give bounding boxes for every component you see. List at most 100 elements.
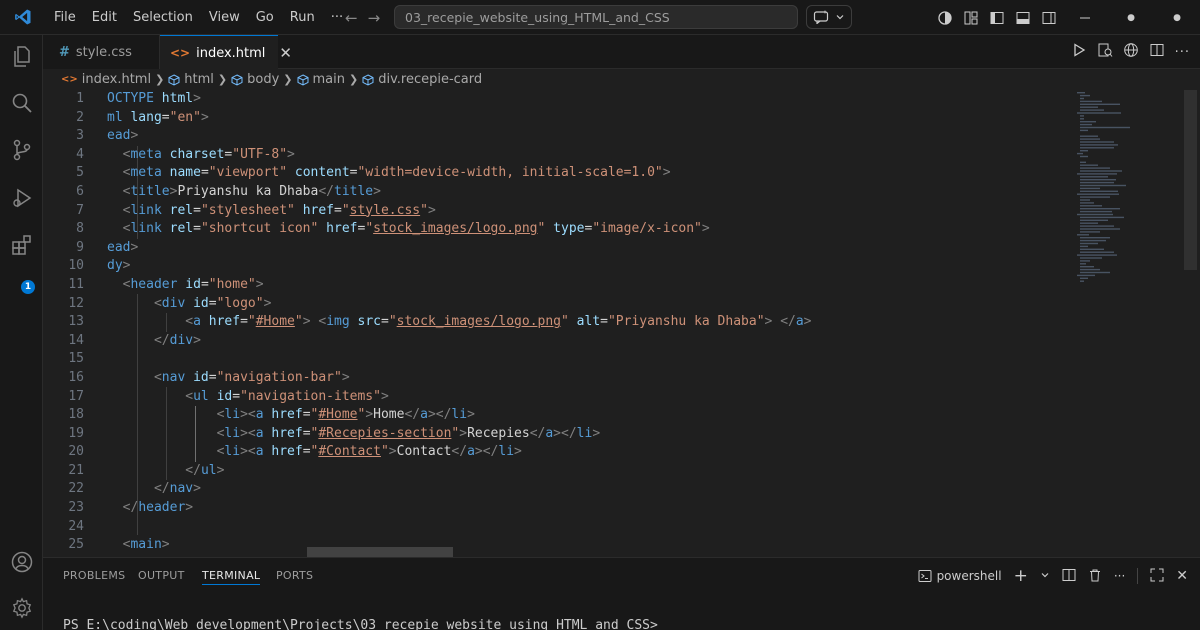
panel-tab-ports[interactable]: PORTS xyxy=(276,558,313,594)
code-token: > xyxy=(263,295,272,311)
line-number: 11 xyxy=(68,276,84,292)
menu-selection[interactable]: Selection xyxy=(125,0,201,35)
code-token: > xyxy=(803,314,812,330)
trash-icon[interactable] xyxy=(1088,568,1102,585)
code-line: <a href="#Home"> <img src="stock_images/… xyxy=(107,313,1107,332)
menu-view[interactable]: View xyxy=(201,0,248,35)
forward-arrow-icon[interactable]: → xyxy=(368,9,381,27)
more-actions-icon[interactable]: ··· xyxy=(1114,569,1125,583)
breadcrumb-main[interactable]: main xyxy=(297,72,345,87)
minimap-line xyxy=(1080,225,1114,227)
minimize-button[interactable] xyxy=(1062,0,1108,35)
breadcrumb-html[interactable]: html xyxy=(168,72,214,87)
minimap-line xyxy=(1080,181,1114,184)
toggle-primary-sidebar-icon[interactable] xyxy=(984,0,1010,35)
vertical-scrollbar[interactable] xyxy=(1184,90,1197,270)
menu-edit[interactable]: Edit xyxy=(84,0,125,35)
code-token: Home xyxy=(373,407,405,423)
open-preview-icon[interactable] xyxy=(1097,42,1113,62)
panel-tab-output[interactable]: OUTPUT xyxy=(138,558,185,594)
close-panel-icon[interactable]: ✕ xyxy=(1176,568,1188,584)
menu-file[interactable]: File xyxy=(46,0,84,35)
run-icon[interactable] xyxy=(1071,42,1087,62)
code-token: a xyxy=(255,444,264,460)
minimap-line xyxy=(1080,248,1104,250)
code-token: > xyxy=(662,165,671,181)
accounts-icon[interactable] xyxy=(0,542,43,582)
code-token: Contact xyxy=(396,444,452,460)
code-token: > xyxy=(427,202,436,218)
menu-bar: File Edit Selection View Go Run ··· xyxy=(46,0,351,35)
code-token: " xyxy=(380,444,389,460)
panel-tab-problems[interactable]: PROBLEMS xyxy=(63,558,125,594)
source-control-icon[interactable] xyxy=(0,130,43,170)
code-token: > xyxy=(193,332,201,348)
code-token: img xyxy=(326,314,350,330)
layout-customize-icon[interactable] xyxy=(958,0,984,35)
terminal-prompt: PS E:\coding\Web development\Projects\03… xyxy=(63,618,658,630)
breadcrumb: <> index.html ❯ html ❯ body ❯ main ❯ div… xyxy=(43,69,1200,90)
back-arrow-icon[interactable]: ← xyxy=(345,9,358,27)
terminal-shell-selector[interactable]: powershell xyxy=(918,569,1002,583)
copilot-button[interactable] xyxy=(806,5,852,29)
code-token: < xyxy=(185,314,194,330)
globe-icon[interactable] xyxy=(1123,42,1139,62)
code-line: <meta charset="UTF-8"> xyxy=(107,146,1107,165)
close-window-button[interactable]: ● xyxy=(1154,0,1200,35)
minimap-line xyxy=(1077,234,1089,236)
code-token: ead xyxy=(107,128,131,144)
minimap-line xyxy=(1077,213,1113,216)
new-terminal-plus-icon[interactable]: + xyxy=(1014,566,1028,586)
tab-index-html[interactable]: <> index.html ✕ xyxy=(160,35,292,70)
menu-run[interactable]: Run xyxy=(282,0,323,35)
breadcrumb-div[interactable]: div.recepie-card xyxy=(362,72,482,87)
code-token: a xyxy=(255,425,264,441)
explorer-icon[interactable] xyxy=(0,37,43,77)
horizontal-scrollbar[interactable] xyxy=(307,547,453,557)
panel-tab-terminal[interactable]: TERMINAL xyxy=(202,558,261,585)
minimap-line xyxy=(1080,268,1100,271)
toggle-panel-icon[interactable] xyxy=(1010,0,1036,35)
extensions-icon[interactable] xyxy=(0,225,43,265)
code-line: <meta name="viewport" content="width=dev… xyxy=(107,164,1107,183)
breadcrumb-file[interactable]: <> index.html xyxy=(61,72,151,87)
maximize-panel-icon[interactable] xyxy=(1150,568,1164,585)
command-center[interactable]: 03_recepie_website_using_HTML_and_CSS xyxy=(394,5,798,29)
vscode-logo-icon[interactable] xyxy=(0,8,46,26)
maximize-button[interactable]: ● xyxy=(1108,0,1154,35)
chevron-down-icon[interactable] xyxy=(1040,569,1050,583)
code-token: " xyxy=(388,314,397,330)
code-token: type xyxy=(553,221,585,237)
run-and-debug-icon[interactable] xyxy=(0,178,43,218)
code-token: #Home xyxy=(255,314,295,330)
more-actions-icon[interactable]: ··· xyxy=(1175,45,1190,60)
navigation-arrows: ← → xyxy=(345,0,380,35)
settings-gear-icon[interactable] xyxy=(0,588,43,628)
code-token: #Home xyxy=(318,407,358,423)
split-editor-icon[interactable] xyxy=(1149,42,1165,62)
code-editor[interactable]: 1 2 3 4 5 6 7 8 9 10 11 12 13 14 15 16 1… xyxy=(43,90,1200,557)
code-token: a xyxy=(467,444,475,460)
code-token: " xyxy=(420,202,428,218)
minimap[interactable] xyxy=(1071,90,1171,290)
code-token: </ xyxy=(122,500,139,516)
menu-go[interactable]: Go xyxy=(248,0,282,35)
code-token: > xyxy=(287,146,295,162)
toggle-secondary-sidebar-icon[interactable] xyxy=(1036,0,1062,35)
split-terminal-icon[interactable] xyxy=(1062,568,1076,585)
close-icon[interactable]: ✕ xyxy=(279,44,292,62)
tab-style-css[interactable]: # style.css xyxy=(43,35,160,69)
breadcrumb-body[interactable]: body xyxy=(231,72,279,87)
line-number: 19 xyxy=(68,425,84,441)
accounts-circle-icon[interactable] xyxy=(932,0,958,35)
search-icon[interactable] xyxy=(0,83,43,123)
